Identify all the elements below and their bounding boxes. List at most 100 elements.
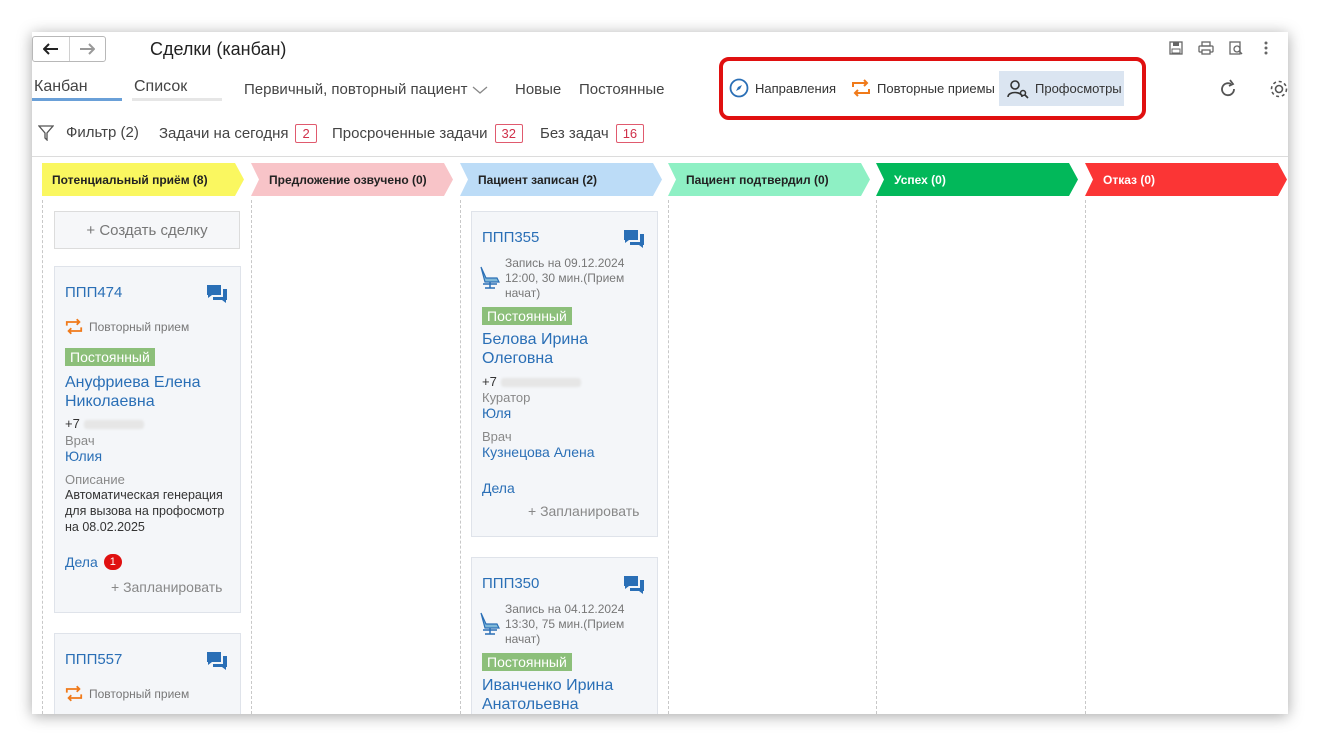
deal-type: Повторный прием: [65, 685, 189, 702]
phone-prefix: +7: [65, 416, 80, 431]
no-tasks-label: Без задач: [540, 125, 609, 142]
filter-icon: [38, 124, 54, 141]
no-tasks-count: 16: [615, 124, 645, 143]
stage-header-4[interactable]: Пациент подтвердил (0): [668, 163, 870, 196]
stage-label: Отказ (0): [1103, 172, 1156, 187]
stage-label: Предложение озвучено (0): [269, 172, 427, 187]
doctor-label: Врач: [65, 433, 95, 448]
stage-header-1[interactable]: Потенциальный приём (8): [42, 163, 244, 196]
no-tasks-filter[interactable]: Без задач 16: [540, 124, 645, 143]
tasks-count-badge: 1: [103, 554, 122, 570]
chevron-down-icon: [473, 86, 488, 94]
stage-label: Успех (0): [894, 172, 946, 187]
appointment-info: Запись на 09.12.2024 12:00, 30 мин.(Прие…: [505, 256, 625, 300]
repeat-icon: [65, 318, 83, 335]
highlight-box: [719, 57, 1146, 120]
column-separator: [42, 200, 43, 714]
patient-phone: +7: [482, 374, 581, 389]
tasks-link[interactable]: Дела: [482, 480, 515, 496]
patient-phone: +7: [65, 416, 144, 431]
create-deal-button[interactable]: + Создать сделку: [54, 211, 240, 249]
deal-card-557[interactable]: ППП557 Повторный прием: [54, 633, 241, 714]
appointment-info: Запись на 04.12.2024 13:30, 75 мин.(Прие…: [505, 602, 625, 646]
patient-name[interactable]: Иванченко Ирина Анатольевна: [482, 676, 632, 714]
deal-id[interactable]: ППП557: [65, 651, 122, 668]
description-text: Автоматическая генерация для вызова на п…: [65, 488, 225, 534]
back-button[interactable]: [33, 37, 69, 61]
tasks-label: Дела: [65, 554, 98, 570]
tasks-link[interactable]: Дела 1: [65, 554, 122, 570]
print-icon[interactable]: [1198, 40, 1214, 56]
gear-icon[interactable]: [1268, 78, 1288, 105]
deal-card-474[interactable]: ППП474 Повторный прием Постоянный Ануфри…: [54, 266, 241, 613]
refresh-icon[interactable]: [1218, 79, 1238, 104]
window-actions: [1168, 40, 1274, 56]
deal-type-label: Повторный прием: [89, 686, 190, 701]
forward-button[interactable]: [68, 37, 106, 61]
overdue-count: 32: [494, 124, 523, 143]
tab-list-underline: [132, 98, 222, 101]
save-icon[interactable]: [1168, 40, 1184, 56]
history-nav: [32, 36, 106, 62]
dental-chair-icon: [480, 266, 500, 289]
status-badge: Постоянный: [482, 307, 572, 325]
deal-id[interactable]: ППП350: [482, 575, 539, 592]
chat-icon[interactable]: [623, 575, 645, 595]
filter-regular[interactable]: Постоянные: [579, 81, 664, 98]
tasks-today-label: Задачи на сегодня: [159, 125, 289, 142]
patient-type-select[interactable]: Первичный, повторный пациент: [244, 81, 488, 98]
phone-prefix: +7: [482, 374, 497, 389]
stage-label: Потенциальный приём (8): [52, 172, 208, 187]
status-badge: Постоянный: [482, 653, 572, 671]
patient-name[interactable]: Белова Ирина Олеговна: [482, 330, 632, 368]
plan-task-button[interactable]: + Запланировать: [111, 579, 222, 595]
deal-id[interactable]: ППП355: [482, 229, 539, 246]
stage-header-6[interactable]: Отказ (0): [1085, 163, 1287, 196]
page-title: Сделки (канбан): [150, 39, 287, 59]
tab-kanban[interactable]: Канбан: [34, 78, 88, 96]
repeat-icon: [65, 685, 83, 702]
deal-card-350[interactable]: ППП350 Запись на 04.12.2024 13:30, 75 ми…: [471, 557, 658, 714]
chat-icon[interactable]: [623, 229, 645, 249]
deal-type-label: Повторный прием: [89, 319, 190, 334]
filter-label: Фильтр (2): [66, 124, 139, 141]
overdue-filter[interactable]: Просроченные задачи 32: [332, 124, 523, 143]
arrow-left-icon: [42, 43, 58, 55]
curator-label: Куратор: [482, 390, 531, 405]
phone-redacted: [83, 420, 144, 430]
plan-task-button[interactable]: + Запланировать: [528, 503, 639, 519]
doctor-label: Врач: [482, 429, 512, 444]
tasks-today-filter[interactable]: Задачи на сегодня 2: [159, 124, 317, 143]
doctor-name[interactable]: Кузнецова Алена: [482, 444, 595, 460]
column-separator: [1085, 200, 1086, 714]
preview-icon[interactable]: [1228, 40, 1244, 56]
chat-icon[interactable]: [206, 284, 228, 304]
phone-redacted: [500, 378, 581, 388]
overdue-label: Просроченные задачи: [332, 125, 488, 142]
stage-header-2[interactable]: Предложение озвучено (0): [251, 163, 453, 196]
deal-id[interactable]: ППП474: [65, 284, 122, 301]
curator-name[interactable]: Юля: [482, 405, 511, 421]
app-window: Сделки (канбан) Канбан Список Первичный,…: [32, 32, 1288, 714]
filter-button[interactable]: Фильтр (2): [38, 124, 139, 141]
arrow-right-icon: [80, 43, 96, 55]
deal-card-355[interactable]: ППП355 Запись на 09.12.2024 12:00, 30 ми…: [471, 211, 658, 537]
more-icon[interactable]: [1258, 40, 1274, 56]
doctor-name[interactable]: Юлия: [65, 448, 102, 464]
column-separator: [668, 200, 669, 714]
stage-header-3[interactable]: Пациент записан (2): [460, 163, 662, 196]
chat-icon[interactable]: [206, 651, 228, 671]
dental-chair-icon: [480, 612, 500, 635]
column-separator: [251, 200, 252, 714]
status-badge: Постоянный: [65, 348, 155, 366]
tab-kanban-underline: [32, 98, 122, 101]
stage-header-5[interactable]: Успех (0): [876, 163, 1078, 196]
tab-list[interactable]: Список: [134, 78, 187, 96]
deal-type: Повторный прием: [65, 318, 189, 335]
tasks-today-count: 2: [295, 124, 317, 143]
description-label: Описание: [65, 472, 125, 487]
stage-label: Пациент записан (2): [478, 172, 598, 187]
divider: [32, 156, 1288, 157]
patient-name[interactable]: Ануфриева Елена Николаевна: [65, 373, 230, 411]
filter-new[interactable]: Новые: [515, 81, 561, 98]
